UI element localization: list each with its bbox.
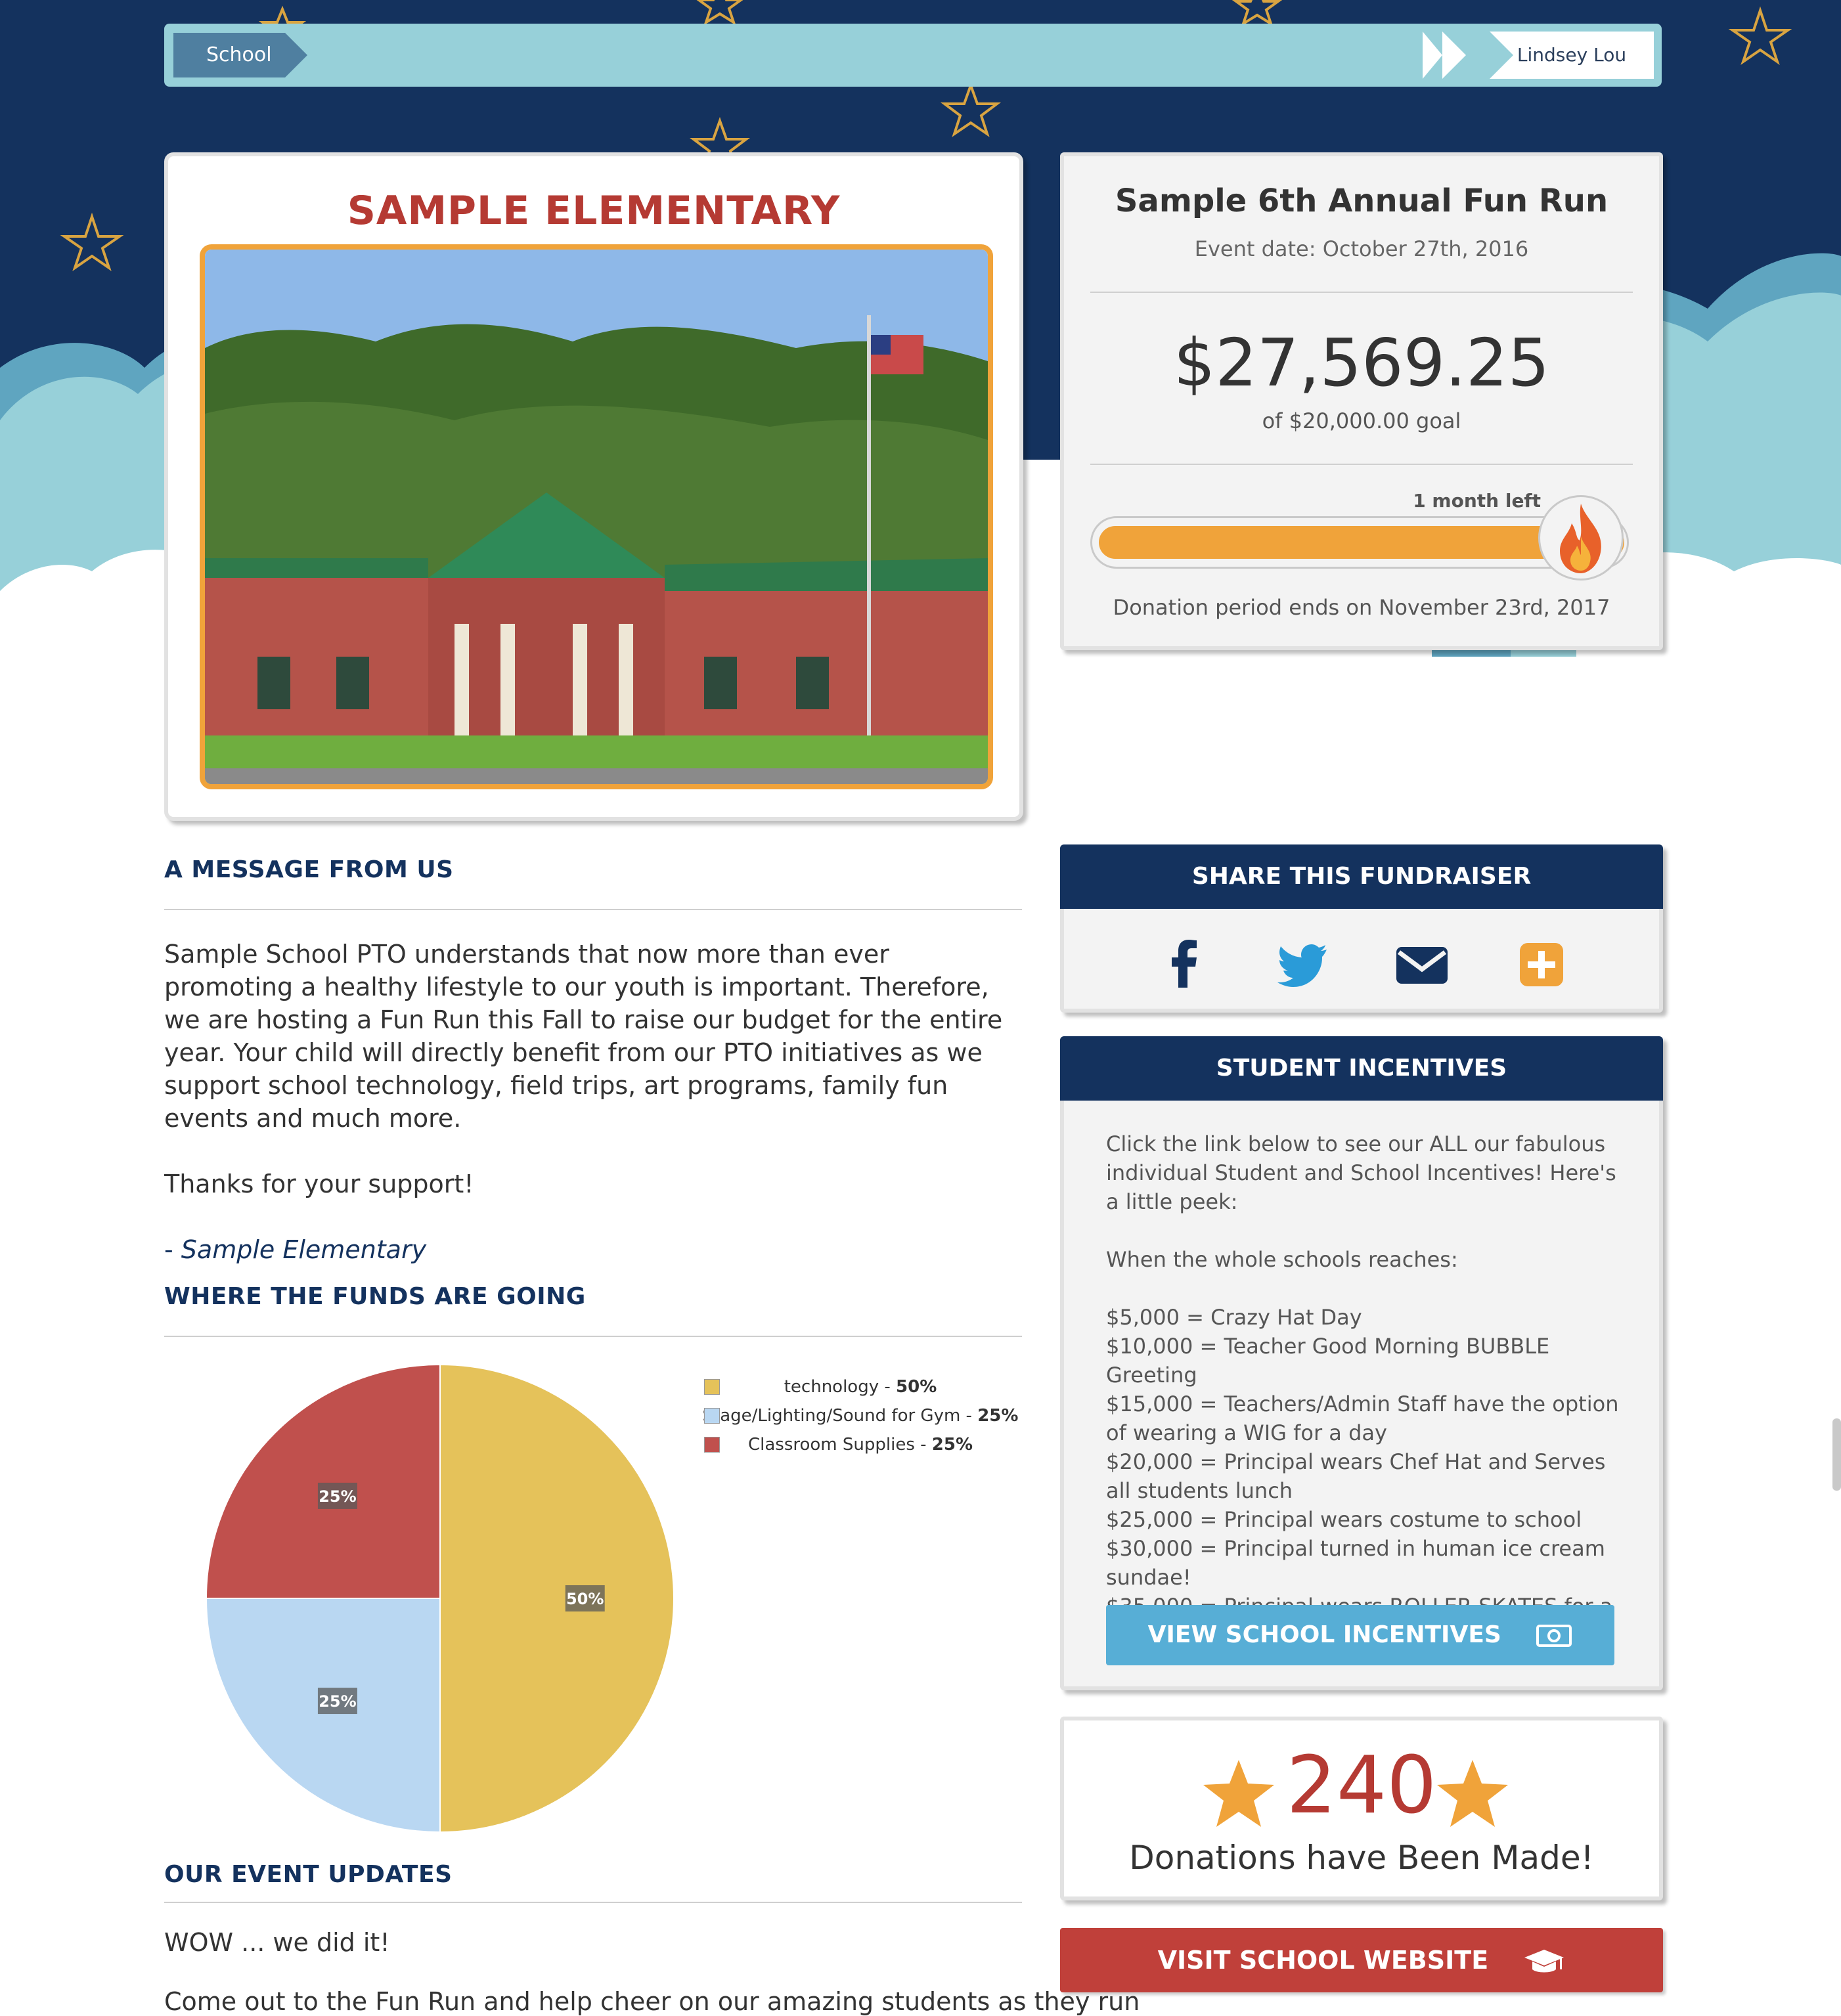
- legend-value: 25%: [977, 1406, 1019, 1426]
- message-thanks: Thanks for your support!: [164, 1170, 474, 1198]
- donations-count-card: 240 Donations have Been Made!: [1060, 1717, 1663, 1900]
- legend-item: technology - 50%: [696, 1372, 1025, 1401]
- legend-label: Stage/Lighting/Sound for Gym: [702, 1406, 961, 1426]
- legend-value: 50%: [896, 1377, 937, 1397]
- amount-raised: $27,569.25: [1173, 324, 1550, 401]
- twitter-icon[interactable]: [1274, 935, 1333, 994]
- update-text: WOW ... we did it!: [164, 1928, 390, 1957]
- incentives-heading: STUDENT INCENTIVES: [1060, 1036, 1663, 1101]
- divider: [164, 1902, 1022, 1903]
- legend-item: Classroom Supplies - 25%: [696, 1430, 1025, 1459]
- divider: [1090, 464, 1633, 465]
- pie-slice-label: 25%: [319, 1487, 356, 1506]
- message-text: Sample School PTO understands that now m…: [164, 940, 1003, 1133]
- breadcrumb: School Lindsey Lou: [164, 24, 1662, 87]
- legend-swatch: [704, 1437, 720, 1453]
- funds-heading: WHERE THE FUNDS ARE GOING: [164, 1283, 586, 1310]
- incentive-item: $5,000 = Crazy Hat Day: [1106, 1305, 1362, 1330]
- incentive-item: $25,000 = Principal wears costume to sch…: [1106, 1507, 1582, 1532]
- star-icon: [1437, 1760, 1508, 1827]
- donations-count: 240: [1286, 1740, 1437, 1831]
- school-photo: [200, 244, 993, 789]
- money-icon: [1536, 1625, 1572, 1647]
- event-date: Event date: October 27th, 2016: [1194, 236, 1529, 261]
- breadcrumb-user-link[interactable]: Lindsey Lou: [1423, 32, 1654, 79]
- plus-icon[interactable]: [1512, 935, 1571, 994]
- incentive-item: $30,000 = Principal turned in human ice …: [1106, 1536, 1605, 1590]
- school-card: SAMPLE ELEMENTARY: [164, 152, 1023, 821]
- incentive-item: $20,000 = Principal wears Chef Hat and S…: [1106, 1449, 1606, 1503]
- share-card: SHARE THIS FUNDRAISER: [1060, 844, 1663, 1013]
- view-incentives-label: VIEW SCHOOL INCENTIVES: [1147, 1621, 1501, 1648]
- legend-swatch: [704, 1379, 720, 1395]
- flame-icon: [1538, 495, 1624, 581]
- student-incentives-card: STUDENT INCENTIVES Click the link below …: [1060, 1036, 1663, 1690]
- funds-pie-chart: 50% 25% 25%: [205, 1363, 675, 1833]
- pie-slice-label: 50%: [566, 1590, 604, 1608]
- divider: [164, 909, 1022, 910]
- legend-label: technology: [784, 1377, 879, 1397]
- pie-slice: [205, 1598, 441, 1833]
- incentives-lead: When the whole schools reaches:: [1106, 1247, 1458, 1272]
- legend-value: 25%: [931, 1435, 973, 1455]
- divider: [164, 1336, 1022, 1337]
- visit-school-website-button[interactable]: VISIT SCHOOL WEBSITE: [1060, 1928, 1663, 1992]
- pie-slice: [439, 1363, 675, 1833]
- legend-swatch: [704, 1408, 720, 1424]
- legend-label: Classroom Supplies: [747, 1435, 915, 1455]
- signoff-dash: -: [164, 1235, 181, 1264]
- message-heading: A MESSAGE FROM US: [164, 856, 454, 883]
- visit-website-label: VISIT SCHOOL WEBSITE: [1157, 1946, 1489, 1975]
- message-body: Sample School PTO understands that now m…: [164, 938, 1018, 1299]
- incentive-item: $10,000 = Teacher Good Morning BUBBLE Gr…: [1106, 1334, 1550, 1388]
- pie-slice: [205, 1363, 441, 1599]
- updates-heading: OUR EVENT UPDATES: [164, 1861, 453, 1888]
- pie-slice-label: 25%: [319, 1692, 356, 1711]
- graduation-cap-icon: [1524, 1949, 1564, 1972]
- incentives-intro: Click the link below to see our ALL our …: [1106, 1131, 1616, 1214]
- facebook-icon[interactable]: [1155, 935, 1214, 994]
- event-summary-card: Sample 6th Annual Fun Run Event date: Oc…: [1060, 152, 1663, 650]
- signoff-name: Sample Elementary: [181, 1235, 427, 1264]
- breadcrumb-school-label: School: [206, 43, 272, 66]
- breadcrumb-school-link[interactable]: School: [173, 33, 307, 77]
- donations-label: Donations have Been Made!: [1129, 1839, 1594, 1877]
- message-signoff: - Sample Elementary: [164, 1233, 1018, 1266]
- divider: [1090, 292, 1633, 293]
- school-name: SAMPLE ELEMENTARY: [347, 188, 841, 234]
- share-heading: SHARE THIS FUNDRAISER: [1060, 844, 1663, 909]
- scrollbar-thumb[interactable]: [1832, 1418, 1841, 1491]
- update-text: Come out to the Fun Run and help cheer o…: [164, 1987, 1140, 2016]
- school-building-image: [205, 250, 988, 784]
- breadcrumb-user-label: Lindsey Lou: [1517, 44, 1627, 66]
- goal-amount: of $20,000.00 goal: [1262, 408, 1461, 433]
- email-icon[interactable]: [1392, 935, 1452, 994]
- incentive-item: $15,000 = Teachers/Admin Staff have the …: [1106, 1391, 1619, 1445]
- funds-legend: technology - 50% Stage/Lighting/Sound fo…: [696, 1372, 1025, 1459]
- donation-end-date: Donation period ends on November 23rd, 2…: [1113, 595, 1610, 620]
- incentives-body: Click the link below to see our ALL our …: [1106, 1129, 1620, 1650]
- legend-item: Stage/Lighting/Sound for Gym - 25%: [702, 1406, 1019, 1426]
- time-left: 1 month left: [1413, 490, 1541, 512]
- chevron-right-icon: [1423, 32, 1442, 79]
- event-title: Sample 6th Annual Fun Run: [1115, 183, 1608, 219]
- view-incentives-button[interactable]: VIEW SCHOOL INCENTIVES: [1106, 1605, 1614, 1665]
